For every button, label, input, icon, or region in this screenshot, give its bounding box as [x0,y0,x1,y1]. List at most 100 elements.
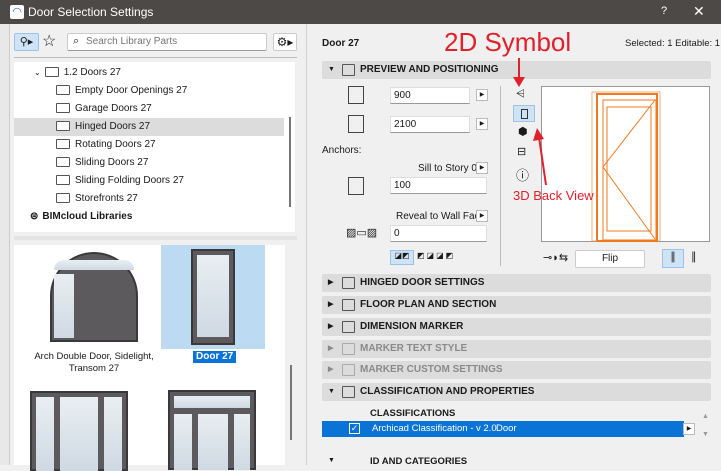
tree-item-label: Hinged Doors 27 [75,121,151,132]
section-classification-and-properties[interactable]: ▼ CLASSIFICATION AND PROPERTIES [322,383,711,401]
custom-settings-icon [342,364,355,376]
settings-gear-button[interactable]: ⚙▸ [273,33,297,51]
opening-side-option[interactable]: ∥ [691,250,697,263]
classification-options-arrow[interactable]: ▶ [683,423,695,435]
library-view-button[interactable]: ⚲▸ [14,33,39,51]
anchor-option-selected[interactable]: ◪◩ [390,250,414,265]
triangle-right-icon: ▶ [328,366,334,373]
tree-item[interactable]: ⌄ 1.2 Doors 27 [34,64,121,82]
tree-item[interactable]: Sliding Doors 27 [56,154,148,172]
anchors-label: Anchors: [322,145,362,156]
height-input[interactable]: 2100 [390,116,470,133]
section-label: CLASSIFICATION AND PROPERTIES [360,386,535,397]
search-field[interactable]: ⌕ [67,33,267,51]
section-dimension-marker[interactable]: ▶ DIMENSION MARKER [322,318,711,336]
text-style-icon [342,343,355,355]
close-button[interactable]: ✕ [693,3,705,20]
tree-item-label: 1.2 Doors 27 [63,67,121,78]
section-marker-text-style: ▶ MARKER TEXT STYLE [322,340,711,358]
classification-row[interactable]: ✓ Archicad Classification - v 2.0 Door [322,421,684,437]
splitter[interactable] [14,236,297,240]
tree-item[interactable]: Storefronts 27 [56,190,138,208]
search-icon: ⌕ [73,35,80,47]
tree-item-label: Empty Door Openings 27 [75,85,188,96]
favorites-star-icon[interactable]: ☆ [42,31,56,51]
dimension-marker-icon [342,321,355,333]
tree-item-label: Sliding Folding Doors 27 [75,175,184,186]
thumbnail-grid: Arch Double Door, Sidelight, Transom 27 … [14,245,292,471]
reveal-label[interactable]: Reveal to Wall Face [396,211,485,222]
tree-item-label: Rotating Doors 27 [75,139,156,150]
divider [14,57,297,58]
settings-icon [342,277,355,289]
section-id-and-categories[interactable]: ID AND CATEGORIES [370,456,467,467]
element-name: Door 27 [322,38,360,49]
section-label: MARKER CUSTOM SETTINGS [360,364,503,375]
width-options-arrow[interactable]: ▶ [476,89,488,101]
folder-icon [56,175,70,186]
door-image-sidelights[interactable] [30,391,128,471]
flip-button[interactable]: Flip [575,250,645,268]
reveal-icon: ▨▭▨ [346,227,378,239]
floor-plan-icon [342,299,355,311]
reveal-options-arrow[interactable]: ▶ [476,210,488,222]
section-label: MARKER TEXT STYLE [360,343,468,354]
triangle-down-icon: ▼ [328,388,335,395]
height-options-arrow[interactable]: ▶ [476,118,488,130]
tree-item[interactable]: Sliding Folding Doors 27 [56,172,184,190]
panel-divider [306,24,307,465]
triangle-right-icon: ▶ [328,279,334,286]
window-title: Door Selection Settings [28,5,154,19]
sill-options-arrow[interactable]: ▶ [476,162,488,174]
background-window-edge [0,24,10,465]
width-input[interactable]: 900 [390,87,470,104]
tree-item-selected[interactable]: Hinged Doors 27 [14,118,284,136]
search-input[interactable] [86,36,261,47]
classifications-heading: CLASSIFICATIONS [370,408,456,419]
tree-item[interactable]: Garage Doors 27 [56,100,152,118]
chevron-down-icon: ⌄ [34,68,41,77]
library-tree: ⌄ 1.2 Doors 27 Empty Door Openings 27 Gar… [14,62,295,232]
tree-scrollbar[interactable] [289,117,291,207]
folder-icon [56,193,70,204]
thumbnail-door-27[interactable] [161,245,265,349]
triangle-down-icon[interactable]: ▼ [328,457,335,464]
section-floor-plan-and-section[interactable]: ▶ FLOOR PLAN AND SECTION [322,296,711,314]
door-icon [342,64,355,76]
document-icon [342,386,355,398]
thumbnail-label: Arch Double Door, Sidelight, Transom 27 [34,351,154,374]
flip-direction-icon[interactable]: ⊸◗⇆ [543,251,568,264]
thumbnail-label-selected: Door 27 [193,351,237,363]
tree-item-bimcloud[interactable]: ⊜ BIMcloud Libraries [30,208,132,226]
sill-input[interactable]: 100 [390,177,487,194]
classification-checkbox[interactable]: ✓ [349,423,360,434]
triangle-right-icon: ▶ [328,345,334,352]
classification-value: Door [496,423,517,434]
section-hinged-door-settings[interactable]: ▶ HINGED DOOR SETTINGS [322,274,711,292]
sill-label[interactable]: Sill to Story 0 [418,163,477,174]
section-marker-custom-settings: ▶ MARKER CUSTOM SETTINGS [322,361,711,379]
door-image-transom[interactable] [168,390,256,470]
thumbnail-scrollbar[interactable] [290,365,292,440]
folder-icon [56,103,70,114]
folder-icon [56,85,70,96]
classification-system: Archicad Classification - v 2.0 [372,423,497,434]
selection-info: Selected: 1 Editable: 1 [625,38,721,49]
tree-item[interactable]: Empty Door Openings 27 [56,82,187,100]
tree-item[interactable]: Rotating Doors 27 [56,136,156,154]
triangle-right-icon: ▶ [328,301,334,308]
classification-scrollbar[interactable]: ▲ ▼ [702,408,709,444]
tree-item-label: BIMcloud Libraries [42,211,133,222]
triangle-down-icon: ▼ [328,66,335,73]
reveal-input[interactable]: 0 [390,225,487,242]
help-button[interactable]: ? [661,5,667,17]
thumbnail-arch-double-door[interactable]: Arch Double Door, Sidelight, Transom 27 [34,245,154,375]
anchor-options[interactable]: ◩◪◪◩ [417,251,455,260]
annotation-arrows [513,58,547,186]
triangle-right-icon: ▶ [328,323,334,330]
title-bar: ◠ Door Selection Settings ? ✕ [0,0,721,24]
section-label: HINGED DOOR SETTINGS [360,277,485,288]
opening-side-option-selected[interactable]: ∥ [662,249,684,268]
folder-icon [56,139,70,150]
height-icon [348,115,364,133]
